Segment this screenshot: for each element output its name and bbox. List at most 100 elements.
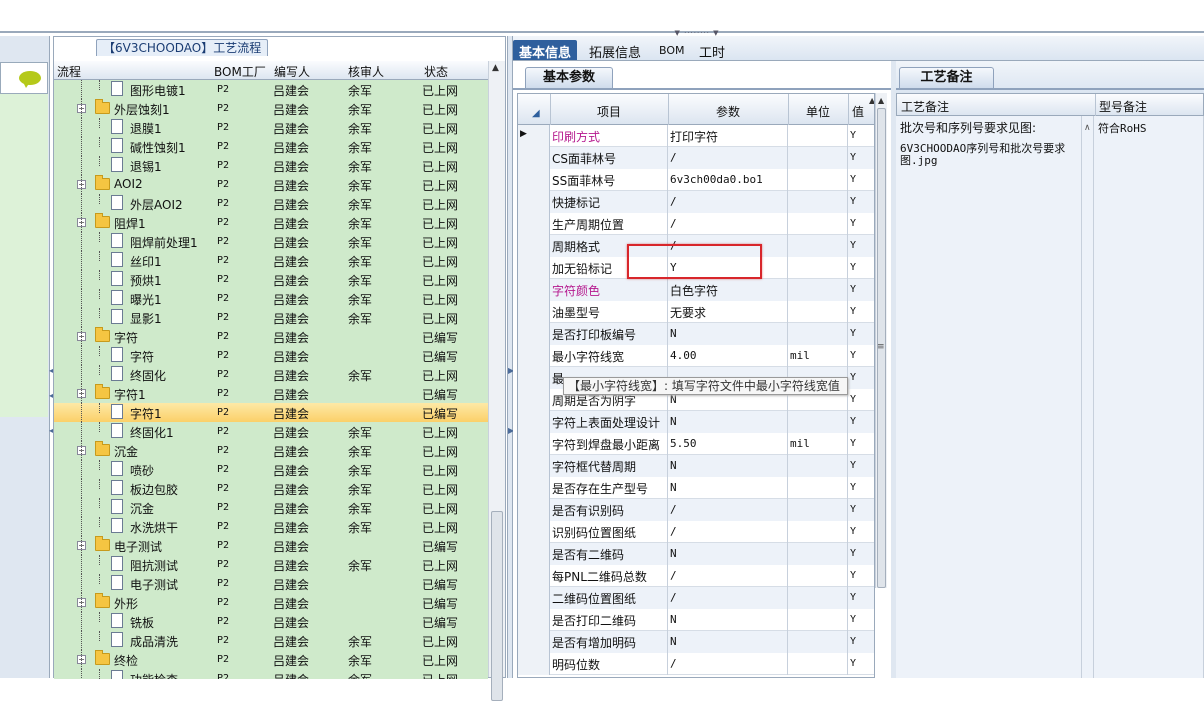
param-flag[interactable]: Y (848, 411, 874, 433)
param-row[interactable]: 是否有识别码 / Y (518, 499, 874, 521)
tree-row[interactable]: 阻抗测试 P2 吕建会 余军 已上网 (54, 555, 488, 574)
param-value[interactable]: / (668, 213, 788, 235)
tree-row[interactable]: 终固化 P2 吕建会 余军 已上网 (54, 365, 488, 384)
row-header[interactable] (518, 587, 550, 609)
tree-row[interactable]: 预烘1 P2 吕建会 余军 已上网 (54, 270, 488, 289)
param-flag[interactable]: Y (848, 653, 874, 675)
row-header[interactable] (518, 389, 550, 411)
col-item[interactable]: 项目 (550, 103, 668, 120)
tree-row[interactable]: 终固化1 P2 吕建会 余军 已上网 (54, 422, 488, 441)
param-row[interactable]: 明码位数 / Y (518, 653, 874, 675)
row-header[interactable] (518, 433, 550, 455)
row-header[interactable] (518, 147, 550, 169)
param-flag[interactable]: Y (848, 609, 874, 631)
tree-folder-row[interactable]: − 外层蚀刻1 P2 吕建会 余军 已上网 (54, 99, 488, 118)
row-header[interactable] (518, 455, 550, 477)
tree-row[interactable]: 成品清洗 P2 吕建会 余军 已上网 (54, 631, 488, 650)
param-row[interactable]: ▶ 印刷方式 打印字符 Y (518, 125, 874, 147)
tree-row[interactable]: 退锡1 P2 吕建会 余军 已上网 (54, 156, 488, 175)
tree-row[interactable]: 字符 P2 吕建会 已编写 (54, 346, 488, 365)
param-value[interactable]: N (668, 477, 788, 499)
row-header[interactable] (518, 521, 550, 543)
row-header[interactable] (518, 323, 550, 345)
params-vscroll[interactable]: ▲ ≡ (875, 93, 887, 588)
param-row[interactable]: 快捷标记 / Y (518, 191, 874, 213)
scroll-up-icon[interactable]: ▲ (492, 63, 499, 73)
param-flag[interactable]: Y (848, 191, 874, 213)
param-value[interactable]: N (668, 323, 788, 345)
param-flag[interactable]: Y (848, 301, 874, 323)
param-row[interactable]: 油墨型号 无要求 Y (518, 301, 874, 323)
tab-bom[interactable]: BOM (653, 42, 691, 62)
tree-folder-row[interactable]: − AOI2 P2 吕建会 余军 已上网 (54, 175, 488, 194)
param-value[interactable]: N (668, 543, 788, 565)
tree-row[interactable]: 外层AOI2 P2 吕建会 余军 已上网 (54, 194, 488, 213)
param-flag[interactable]: Y (848, 543, 874, 565)
col-writer[interactable]: 编写人 (274, 63, 310, 80)
param-flag[interactable]: Y (848, 323, 874, 345)
param-value[interactable]: / (668, 565, 788, 587)
row-header[interactable] (518, 213, 550, 235)
param-value[interactable]: 无要求 (668, 301, 788, 323)
row-header[interactable] (518, 609, 550, 631)
select-all-icon[interactable]: ◢ (532, 108, 540, 119)
row-header[interactable] (518, 499, 550, 521)
tree-row[interactable]: 碱性蚀刻1 P2 吕建会 余军 已上网 (54, 137, 488, 156)
tree-row[interactable]: 喷砂 P2 吕建会 余军 已上网 (54, 460, 488, 479)
tree-row[interactable]: 铣板 P2 吕建会 已编写 (54, 612, 488, 631)
col-model-note[interactable]: 型号备注 (1099, 98, 1147, 115)
param-value[interactable]: / (668, 147, 788, 169)
param-value[interactable]: 4.00 (668, 345, 788, 367)
col-process-note[interactable]: 工艺备注 (901, 98, 949, 115)
note-scroll-up-icon[interactable]: ∧ (1084, 123, 1091, 133)
row-header[interactable] (518, 543, 550, 565)
tree-row[interactable]: 沉金 P2 吕建会 余军 已上网 (54, 498, 488, 517)
row-header[interactable] (518, 565, 550, 587)
tab-extended-info[interactable]: 拓展信息 (583, 40, 647, 61)
param-row[interactable]: SS面菲林号 6v3ch00da0.bo1 Y (518, 169, 874, 191)
row-header[interactable] (518, 235, 550, 257)
tree-folder-row[interactable]: − 沉金 P2 吕建会 余军 已上网 (54, 441, 488, 460)
col-unit[interactable]: 单位 (788, 103, 848, 120)
param-row[interactable]: 识别码位置图纸 / Y (518, 521, 874, 543)
row-header[interactable] (518, 257, 550, 279)
chat-button[interactable] (0, 62, 48, 94)
tree-row[interactable]: 退膜1 P2 吕建会 余军 已上网 (54, 118, 488, 137)
param-flag[interactable]: Y (848, 389, 874, 411)
process-note-scrollbar[interactable]: ∧ (1082, 116, 1094, 678)
param-value[interactable]: 6v3ch00da0.bo1 (668, 169, 788, 191)
model-note-cell[interactable]: 符合RoHS (1094, 116, 1204, 678)
param-value[interactable]: / (668, 587, 788, 609)
param-flag[interactable]: Y (848, 521, 874, 543)
param-flag[interactable]: Y (848, 565, 874, 587)
param-value[interactable]: / (668, 191, 788, 213)
row-header[interactable] (518, 477, 550, 499)
tree-row[interactable]: 图形电镀1 P2 吕建会 余军 已上网 (54, 80, 488, 99)
param-flag[interactable]: Y (848, 279, 874, 301)
param-flag[interactable]: Y (848, 213, 874, 235)
param-flag[interactable]: Y (848, 147, 874, 169)
row-header[interactable] (518, 631, 550, 653)
param-flag[interactable]: Y (848, 367, 874, 389)
param-value[interactable]: N (668, 631, 788, 653)
param-flag[interactable]: Y (848, 631, 874, 653)
col-bom[interactable]: BOM工厂 (214, 63, 266, 80)
tree-row[interactable]: 电子测试 P2 吕建会 已编写 (54, 574, 488, 593)
param-row[interactable]: 二维码位置图纸 / Y (518, 587, 874, 609)
param-row[interactable]: CS面菲林号 / Y (518, 147, 874, 169)
param-value[interactable]: 打印字符 (668, 125, 788, 147)
param-row[interactable]: 字符框代替周期 N Y (518, 455, 874, 477)
param-flag[interactable]: Y (848, 587, 874, 609)
tree-scroll-thumb[interactable] (491, 511, 503, 701)
tree-row[interactable]: 显影1 P2 吕建会 余军 已上网 (54, 308, 488, 327)
col-flow[interactable]: 流程 (57, 63, 81, 80)
subtab-basic-params[interactable]: 基本参数 (525, 67, 613, 88)
tree-row[interactable]: 字符1 P2 吕建会 已编写 (54, 403, 488, 422)
param-flag[interactable]: Y (848, 125, 874, 147)
col-value[interactable]: 值 (850, 103, 866, 120)
param-flag[interactable]: Y (848, 235, 874, 257)
param-row[interactable]: 字符到焊盘最小距离 5.50 mil Y (518, 433, 874, 455)
param-flag[interactable]: Y (848, 455, 874, 477)
tree-scrollbar[interactable]: ▲ (488, 61, 505, 701)
param-flag[interactable]: Y (848, 257, 874, 279)
